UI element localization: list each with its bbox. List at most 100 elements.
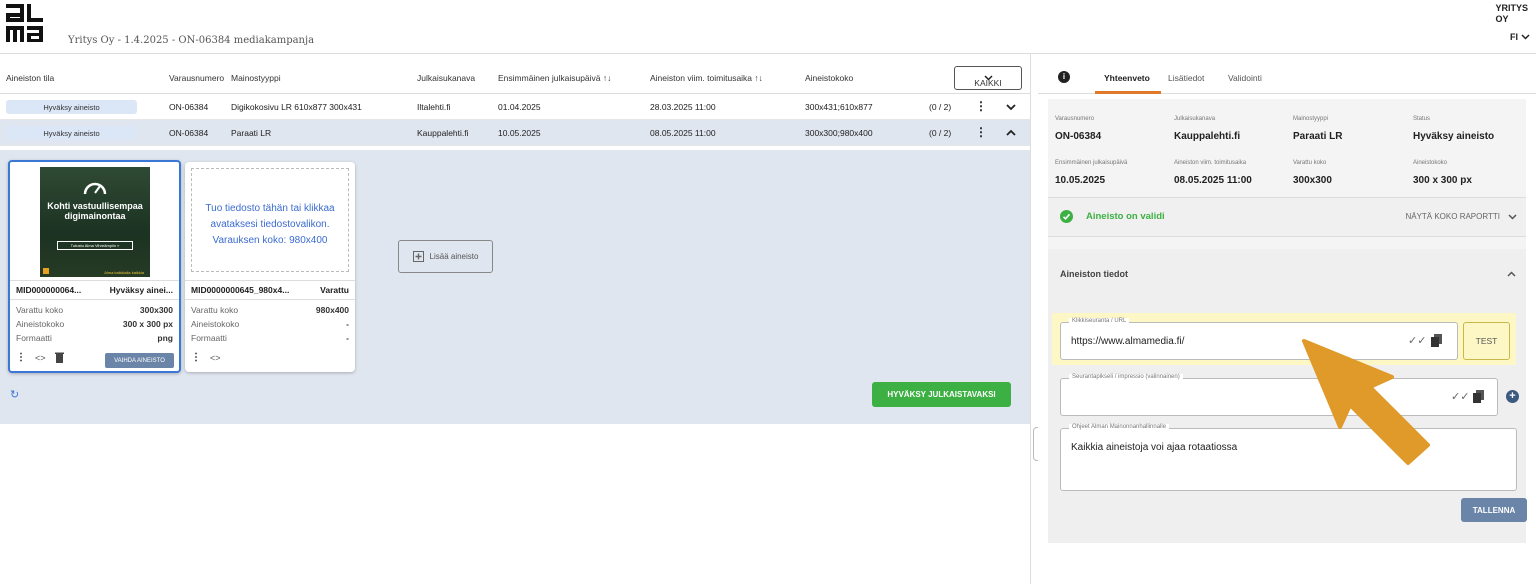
thumbnail-button: Tutustu Alma Vihreämpiin » [57,241,133,250]
chevron-down-icon[interactable] [1005,101,1017,113]
show-report-link[interactable]: NÄYTÄ KOKO RAPORTTI [1405,212,1500,221]
summary-label: Varattu koko [1293,160,1327,166]
col-number[interactable]: Varausnumero [169,73,224,83]
card-title: MID000000064... Hyväksy ainei... [10,280,179,300]
col-status[interactable]: Aineiston tila [6,73,54,83]
thumbnail-footer: Alma kaikkialla kaikkia [104,270,144,275]
card-actions: ⋮ <> [191,352,221,363]
summary-value: Kauppalehti.fi [1174,131,1241,142]
company-name[interactable]: YRITYS OY [1495,3,1528,25]
test-button[interactable]: TEST [1463,322,1510,360]
cell-type: Digikokosivu LR 610x877 300x431 [231,102,362,112]
cell-channel: Iltalehti.fi [417,102,451,112]
code-icon[interactable]: <> [210,353,221,363]
approve-for-publishing-button[interactable]: HYVÄKSY JULKAISTAVAKSI [872,382,1011,407]
tab-validation[interactable]: Validointi [1228,73,1262,83]
more-menu-icon[interactable]: ⋮ [975,125,987,139]
cell-count: (0 / 2) [929,102,952,112]
validation-text: Aineisto on validi [1086,211,1165,222]
more-menu-icon[interactable]: ⋮ [16,352,26,363]
cell-size: 300x300;980x400 [805,128,873,138]
card-material-size: Aineistokoko - [191,319,349,329]
app-header: Yritys Oy - 1.4.2025 - ON-06384 mediakam… [0,0,1536,54]
material-card[interactable]: Tuo tiedosto tähän tai klikkaa avatakses… [185,162,355,372]
thumbnail-title: Kohti vastuullisempaa digimainontaa [47,201,143,221]
col-deadline[interactable]: Aineiston viim. toimitusaika ↑↓ [650,73,763,83]
summary-value: 10.05.2025 [1055,175,1106,186]
summary-label: Julkaisukanava [1174,116,1216,122]
card-format: Formaatti - [191,333,349,343]
card-status: Varattu [320,285,349,295]
gauge-icon [83,182,107,195]
summary-value: 300x300 [1293,175,1332,186]
instructions-field[interactable]: Ohjeet Alman Mainonnanhallinnalle Kaikki… [1060,424,1517,491]
table-row[interactable]: Hyväksy aineisto ON-06384 Paraati LR Kau… [0,120,1030,146]
active-tab-indicator [1095,91,1161,94]
card-title: MID0000000645_980x4... Varattu [185,280,355,300]
table-header: Aineiston tila Varausnumero Mainostyyppi… [0,62,1030,94]
col-type[interactable]: Mainostyyppi [231,73,281,83]
material-card[interactable]: Kohti vastuullisempaa digimainontaa Tutu… [8,160,181,373]
summary-value: ON-06384 [1055,131,1102,142]
cell-channel: Kauppalehti.fi [417,128,469,138]
card-actions: ⋮ <> [16,352,64,363]
alma-logo[interactable] [6,4,46,49]
material-thumbnail[interactable]: Kohti vastuullisempaa digimainontaa Tutu… [40,167,150,277]
double-check-icon[interactable]: ✓✓ [1451,390,1469,403]
chevron-up-icon[interactable] [1507,271,1516,277]
file-drop-zone[interactable]: Tuo tiedosto tähän tai klikkaa avatakses… [191,168,349,272]
summary-box: Varausnumero ON-06384 Julkaisukanava Kau… [1048,99,1527,543]
summary-label: Ensimmäinen julkaisupäivä [1055,160,1128,166]
col-size[interactable]: Aineistokoko [805,73,853,83]
summary-label: Varausnumero [1055,116,1094,122]
table-row[interactable]: Hyväksy aineisto ON-06384 Digikokosivu L… [0,94,1030,120]
summary-label: Status [1413,116,1431,122]
cell-count: (0 / 2) [929,128,952,138]
status-badge: Hyväksy aineisto [6,100,137,114]
col-channel[interactable]: Julkaisukanava [417,73,475,83]
card-format: Formaatti png [16,333,173,343]
card-reserved-size: Varattu koko 980x400 [191,305,349,315]
card-material-size: Aineistokoko 300 x 300 px [16,319,173,329]
add-material-button[interactable]: Lisää aineisto [398,240,493,273]
more-menu-icon[interactable]: ⋮ [191,352,201,363]
filter-all-button[interactable]: KAIKKI [954,66,1022,90]
detail-panel: i Yhteenveto Lisätiedot Validointi Varau… [1038,54,1536,584]
replace-material-button[interactable]: VAIHDA AINEISTO [105,353,174,368]
add-pixel-icon[interactable]: + [1506,390,1519,403]
chevron-up-icon[interactable] [1005,127,1017,139]
summary-label: Aineistokoko [1413,160,1448,166]
language-select[interactable]: FI [1510,32,1530,42]
col-first-date[interactable]: Ensimmäinen julkaisupäivä ↑↓ [498,73,611,83]
cell-deadline: 28.03.2025 11:00 [650,102,716,112]
status-badge: Hyväksy aineisto [6,126,137,140]
trash-icon[interactable] [54,352,64,363]
expanded-row-panel: Kohti vastuullisempaa digimainontaa Tutu… [0,150,1030,424]
info-icon[interactable]: i [1058,71,1070,83]
detail-tabs: i Yhteenveto Lisätiedot Validointi [1038,54,1536,94]
more-menu-icon[interactable]: ⋮ [975,99,987,113]
cell-type: Paraati LR [231,128,272,138]
section-title: Aineiston tiedot [1060,269,1128,279]
save-button[interactable]: TALLENNA [1461,498,1527,522]
breadcrumb: Yritys Oy - 1.4.2025 - ON-06384 mediakam… [68,35,315,46]
tab-details[interactable]: Lisätiedot [1168,73,1204,83]
tab-summary[interactable]: Yhteenveto [1104,73,1150,83]
summary-value: Paraati LR [1293,131,1343,142]
cell-number: ON-06384 [169,128,209,138]
copy-icon[interactable] [1473,390,1484,403]
refresh-icon[interactable]: ↻ [10,388,19,401]
validation-status: Aineisto on validi NÄYTÄ KOKO RAPORTTI [1048,197,1526,237]
card-status: Hyväksy ainei... [109,285,173,295]
chevron-down-icon[interactable] [1508,214,1517,220]
code-icon[interactable]: <> [35,353,46,363]
cell-number: ON-06384 [169,102,209,112]
cell-size: 300x431;610x877 [805,102,873,112]
material-details-section: Aineiston tiedot Klikkiseuranta / URL ht… [1048,249,1527,543]
add-image-icon [412,251,424,262]
chevron-down-icon [1521,34,1530,40]
panel-divider [1030,54,1038,584]
cell-deadline: 08.05.2025 11:00 [650,128,716,138]
summary-label: Aineiston viim. toimitusaika [1174,160,1247,166]
summary-label: Mainostyyppi [1293,116,1329,122]
